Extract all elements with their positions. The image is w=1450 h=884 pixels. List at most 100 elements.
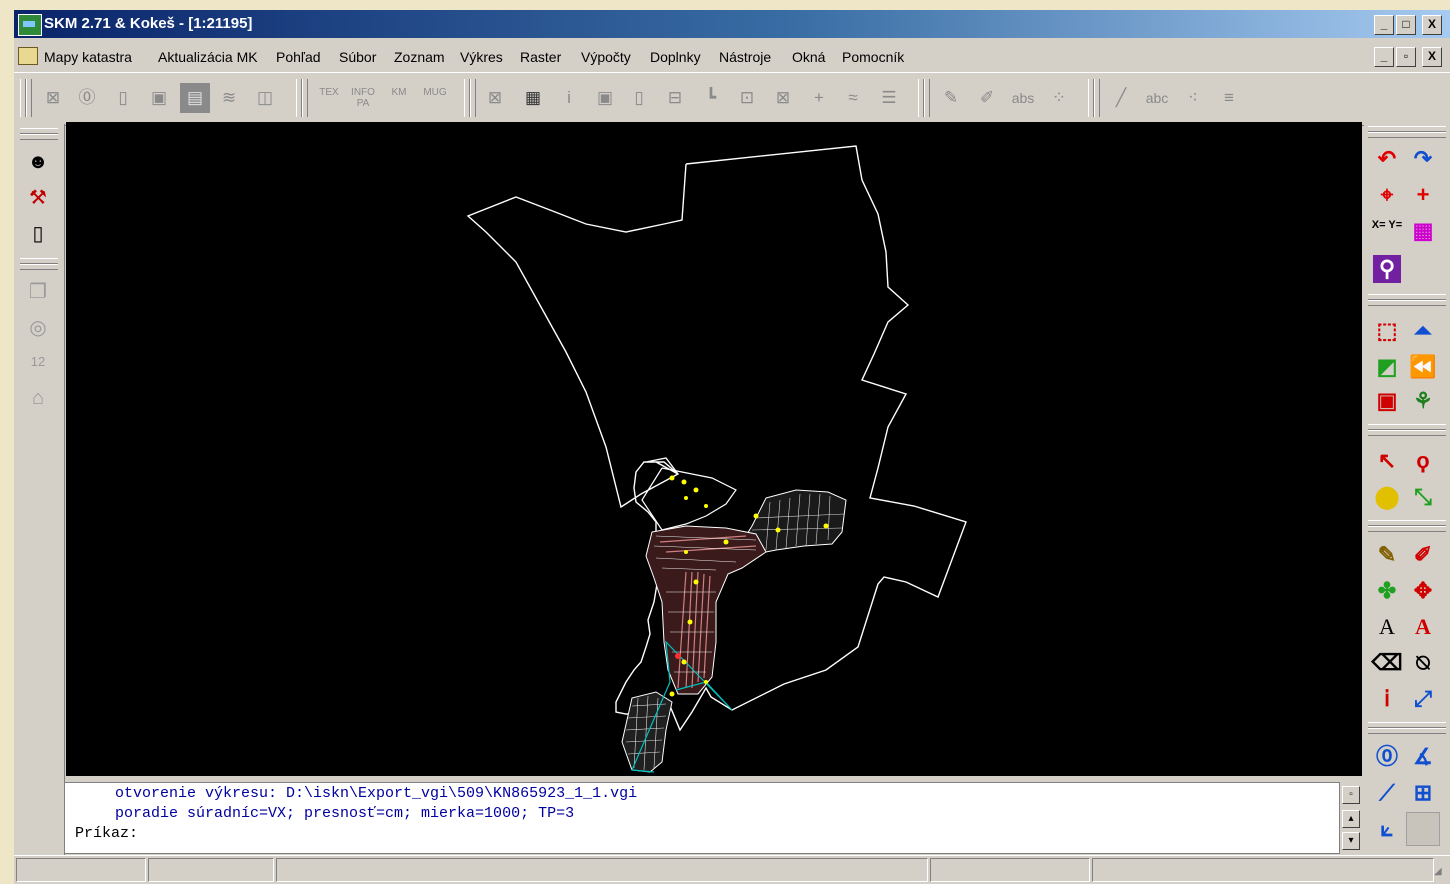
toolbar-grip[interactable] — [20, 134, 58, 140]
menu-pohlad[interactable]: Pohľad — [276, 49, 321, 65]
points-icon[interactable]: ⁘ — [1044, 83, 1074, 113]
abs-icon[interactable]: abs — [1008, 83, 1038, 113]
stack-icon[interactable]: ☰ — [874, 83, 904, 113]
maximize-button[interactable]: □ — [1396, 15, 1416, 35]
title-bar[interactable]: SKM 2.71 & Kokeš - [1:21195] _ □ X — [14, 10, 1450, 38]
pan-up-icon[interactable]: ⏶ — [1406, 314, 1440, 348]
cross-box-icon[interactable]: ⊠ — [768, 83, 798, 113]
toolbar-grip[interactable] — [302, 79, 308, 117]
door-icon[interactable]: ▯ — [624, 83, 654, 113]
eraser-icon[interactable]: ⌫ — [1370, 646, 1404, 680]
parcel-icon[interactable]: ⓪ — [1370, 740, 1404, 774]
coordinates-icon[interactable]: X= Y= — [1370, 214, 1404, 248]
pointer-icon[interactable]: ↖ — [1370, 444, 1404, 478]
command-prompt[interactable]: Príkaz: — [75, 825, 138, 842]
zoom-tool-icon[interactable]: ⚲ — [1373, 255, 1401, 283]
menu-doplnky[interactable]: Doplnky — [650, 49, 701, 65]
toolbar-grip[interactable] — [1094, 79, 1100, 117]
save-drawing-icon[interactable]: ▣ — [590, 83, 620, 113]
menu-zoznam[interactable]: Zoznam — [394, 49, 445, 65]
numbering-icon[interactable]: 12 — [22, 346, 54, 378]
scroll-up-icon[interactable]: ▴ — [1342, 810, 1360, 828]
tex-icon[interactable]: TEX — [314, 83, 344, 113]
document-icon[interactable] — [18, 47, 38, 65]
select-area-icon[interactable]: ⬚ — [1370, 314, 1404, 348]
raster-icon[interactable]: ▦ — [518, 83, 548, 113]
check-icon[interactable]: ◎ — [22, 312, 54, 344]
info-icon[interactable]: i — [554, 83, 584, 113]
info-icon[interactable]: ⅰ — [1370, 682, 1404, 716]
snap-point-icon[interactable]: ⌖ — [1370, 178, 1404, 212]
brush-icon[interactable]: ⬤ — [1370, 480, 1404, 514]
toolbar-grip[interactable] — [1368, 300, 1446, 306]
toolbar-grip[interactable] — [26, 79, 32, 117]
fill-icon[interactable]: ◩ — [1370, 350, 1404, 384]
layers-icon[interactable]: ≋ — [214, 83, 244, 113]
new-map-icon[interactable]: ⊠ — [38, 83, 68, 113]
scan-icon[interactable]: ▤ — [180, 83, 210, 113]
copy-icon[interactable]: ❐ — [22, 276, 54, 308]
parcel-icon[interactable]: ⓪ — [72, 83, 102, 113]
windows-icon[interactable]: ◫ — [250, 83, 280, 113]
command-scrollbar[interactable]: ▫ ▴ ▾ — [1340, 782, 1362, 852]
menu-subor[interactable]: Súbor — [339, 49, 376, 65]
menu-pomocnik[interactable]: Pomocník — [842, 49, 904, 65]
toolbar-grip[interactable] — [470, 79, 476, 117]
curves-icon[interactable]: ≈ — [838, 83, 868, 113]
symbol-icon[interactable]: ✤ — [1370, 574, 1404, 608]
maximize-panel-icon[interactable]: ▫ — [1342, 786, 1360, 804]
toolbar-grip[interactable] — [1368, 132, 1446, 138]
tree-icon[interactable]: ⚘ — [1406, 384, 1440, 418]
empty-slot-icon[interactable] — [1406, 812, 1440, 846]
menu-nastroje[interactable]: Nástroje — [719, 49, 771, 65]
mug-icon[interactable]: MUG — [420, 83, 450, 113]
child-minimize-button[interactable]: _ — [1374, 47, 1394, 67]
user-icon[interactable]: ☻ — [22, 146, 54, 178]
edit-icon[interactable]: ✎ — [936, 83, 966, 113]
minimize-button[interactable]: _ — [1374, 15, 1394, 35]
command-window[interactable]: otvorenie výkresu: D:\iskn\Export_vgi\50… — [64, 782, 1340, 854]
info-pa-icon[interactable]: INFO PA — [348, 83, 378, 113]
toolbar-grip[interactable] — [20, 264, 58, 270]
child-restore-button[interactable]: ▫ — [1396, 47, 1416, 67]
undo-icon[interactable]: ↶ — [1370, 142, 1404, 176]
angle-icon[interactable]: ∡ — [1406, 740, 1440, 774]
km-icon[interactable]: KM — [384, 83, 414, 113]
exit-door-icon[interactable]: ▯ — [22, 218, 54, 250]
menu-vykres[interactable]: Výkres — [460, 49, 503, 65]
hatch-icon[interactable]: ≡ — [1214, 83, 1244, 113]
home-icon[interactable]: ⌂ — [22, 382, 54, 414]
tools-icon[interactable]: ⚒ — [22, 182, 54, 214]
move-icon[interactable]: ⤡ — [1406, 480, 1440, 514]
toolbar-grip[interactable] — [1368, 526, 1446, 532]
menu-mapy-katastra[interactable]: Mapy katastra — [44, 49, 132, 65]
menu-vypocty[interactable]: Výpočty — [581, 49, 631, 65]
menu-raster[interactable]: Raster — [520, 49, 561, 65]
save-icon[interactable]: ▣ — [144, 83, 174, 113]
pen-icon[interactable]: ✐ — [1406, 538, 1440, 572]
app-icon[interactable] — [18, 14, 42, 36]
exit-icon[interactable]: ▯ — [108, 83, 138, 113]
line-point-icon[interactable]: ⟀ — [1370, 812, 1404, 846]
lasso-icon[interactable]: ϙ — [1406, 444, 1440, 478]
resize-grip-icon[interactable]: ◢ — [1434, 866, 1446, 878]
toolbar-grip[interactable] — [1368, 728, 1446, 734]
tree-structure-icon[interactable]: ┗ — [696, 83, 726, 113]
toolbar-grip[interactable] — [924, 79, 930, 117]
list-icon[interactable]: ⊟ — [660, 83, 690, 113]
draw-icon[interactable]: ✐ — [972, 83, 1002, 113]
scroll-down-icon[interactable]: ▾ — [1342, 832, 1360, 850]
line-icon[interactable]: ╱ — [1106, 83, 1136, 113]
erase-line-icon[interactable]: ⍉ — [1406, 646, 1440, 680]
drawing-canvas[interactable] — [66, 122, 1362, 776]
network-icon[interactable]: ⊞ — [1406, 776, 1440, 810]
redo-icon[interactable]: ↷ — [1406, 142, 1440, 176]
child-close-button[interactable]: X — [1422, 47, 1442, 67]
text-icon[interactable]: A — [1370, 610, 1404, 644]
menu-okna[interactable]: Okná — [792, 49, 825, 65]
page-icon[interactable]: ▣ — [1370, 384, 1404, 418]
transform-icon[interactable]: ⤢ — [1406, 682, 1440, 716]
symbols-icon[interactable]: ✥ — [1406, 574, 1440, 608]
import-icon[interactable]: ⊡ — [732, 83, 762, 113]
point-connect-icon[interactable]: ⁖ — [1178, 83, 1208, 113]
